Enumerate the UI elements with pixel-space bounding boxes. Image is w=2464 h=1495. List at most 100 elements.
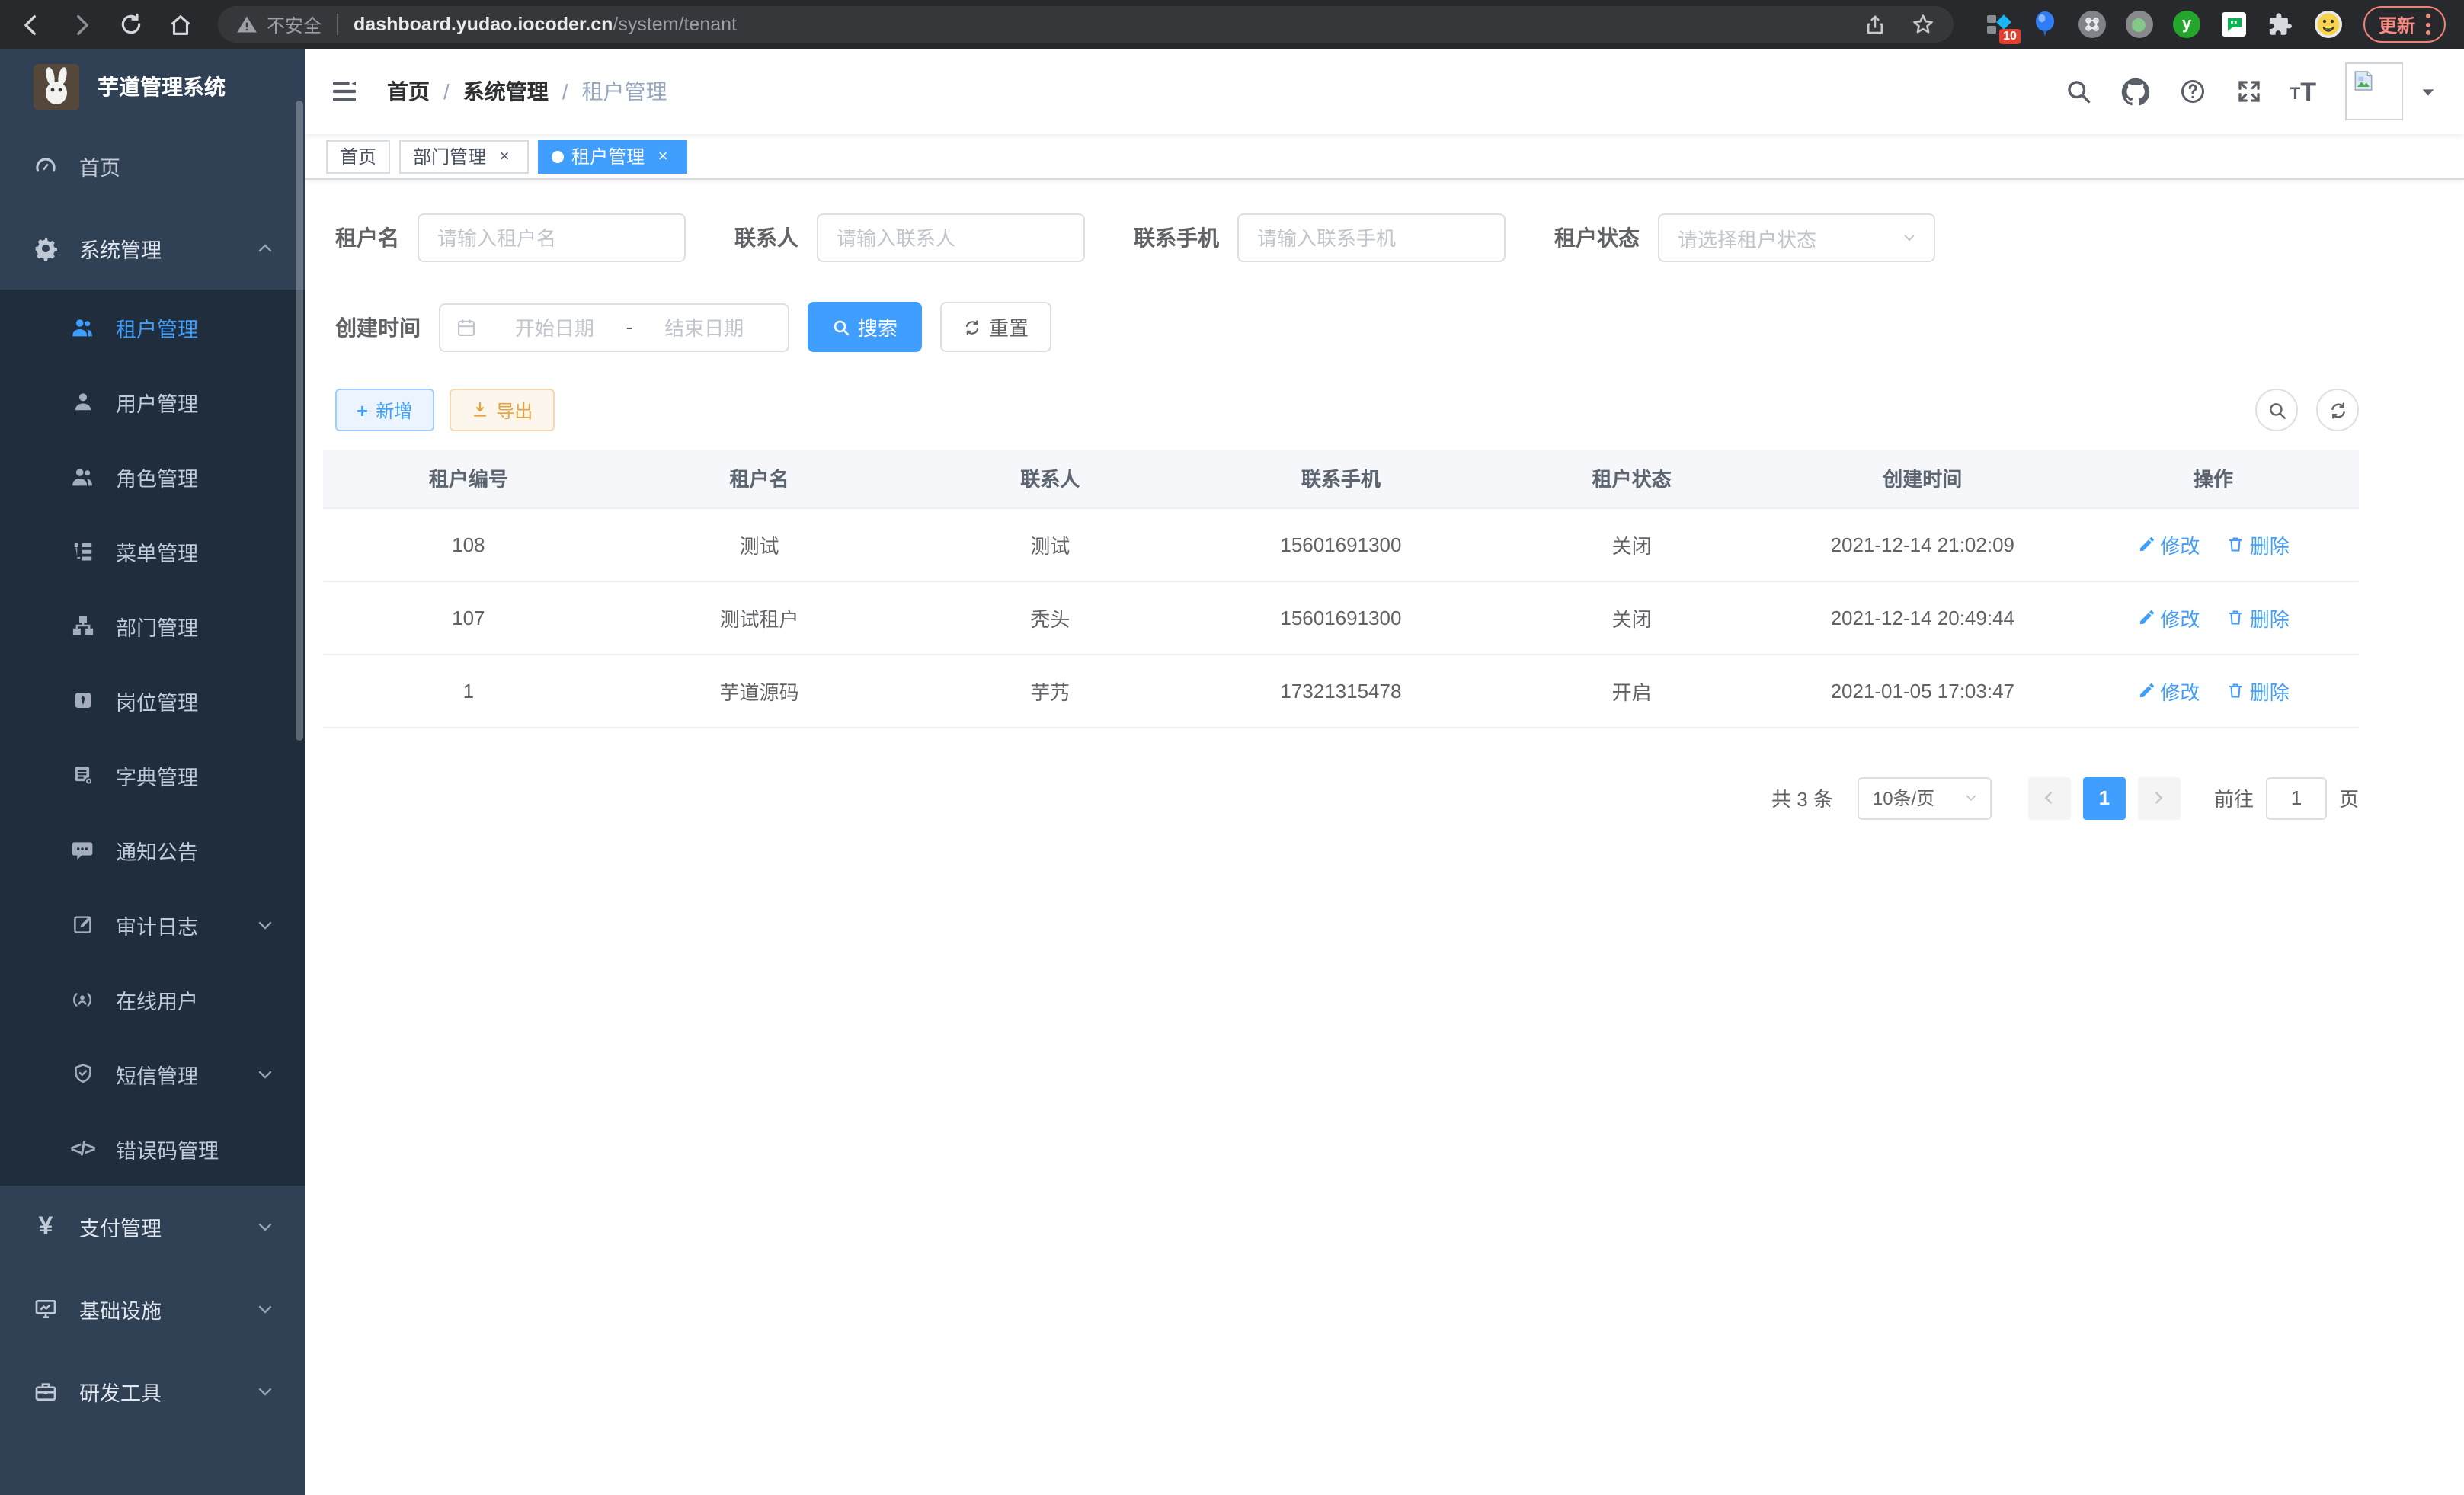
sidebar-item-error-code[interactable]: </> 错误码管理 bbox=[0, 1111, 305, 1186]
extension-balloon-icon[interactable] bbox=[2031, 11, 2059, 38]
cell-tenant-id: 108 bbox=[323, 507, 614, 581]
tag-close-icon[interactable]: × bbox=[494, 146, 515, 167]
extension-command-icon[interactable] bbox=[2078, 11, 2106, 38]
url-text[interactable]: dashboard.yudao.iocoder.cn/system/tenant bbox=[354, 14, 737, 35]
search-button[interactable]: 搜索 bbox=[808, 302, 922, 352]
reload-icon[interactable] bbox=[119, 12, 143, 37]
refresh-table-button[interactable] bbox=[2316, 389, 2359, 431]
user-icon bbox=[70, 389, 94, 414]
delete-link[interactable]: 删除 bbox=[2227, 603, 2290, 632]
table-toolbar: + 新增 导出 bbox=[335, 389, 2359, 431]
breadcrumb-current: 租户管理 bbox=[582, 76, 667, 107]
tag-home[interactable]: 首页 bbox=[326, 139, 390, 173]
prev-page-button[interactable] bbox=[2028, 776, 2071, 819]
code-icon: </> bbox=[70, 1136, 94, 1160]
tag-tenant[interactable]: 租户管理 × bbox=[538, 139, 687, 173]
browser-menu-icon[interactable] bbox=[2426, 14, 2430, 35]
fullscreen-icon[interactable] bbox=[2235, 78, 2263, 105]
monitor-icon bbox=[34, 1297, 58, 1321]
dashboard-icon bbox=[34, 154, 58, 178]
sidebar-item-devtools[interactable]: 研发工具 bbox=[0, 1350, 305, 1433]
sidebar-scrollbar[interactable] bbox=[296, 101, 303, 741]
sidebar-item-menu[interactable]: 菜单管理 bbox=[0, 514, 305, 588]
sidebar-item-home[interactable]: 首页 bbox=[0, 125, 305, 207]
github-icon[interactable] bbox=[2121, 77, 2150, 106]
menu-tree-icon bbox=[70, 539, 94, 563]
phone-input[interactable] bbox=[1237, 213, 1506, 262]
next-page-button[interactable] bbox=[2138, 776, 2181, 819]
extensions-puzzle-icon[interactable] bbox=[2267, 11, 2295, 38]
extension-y-icon[interactable]: y bbox=[2173, 11, 2200, 38]
extension-tasks-icon[interactable]: 10 bbox=[1984, 11, 2011, 38]
chevron-down-icon bbox=[256, 1382, 274, 1401]
cell-contact: 测试 bbox=[904, 507, 1195, 581]
extension-chat-icon[interactable] bbox=[2220, 11, 2248, 38]
navbar: 首页 / 系统管理 / 租户管理 TT bbox=[305, 49, 2464, 134]
edit-pencil-icon bbox=[2137, 535, 2155, 553]
sidebar-item-online-users[interactable]: 在线用户 bbox=[0, 962, 305, 1036]
sidebar-item-role[interactable]: 角色管理 bbox=[0, 439, 305, 514]
security-warning-icon[interactable] bbox=[236, 14, 258, 35]
address-bar[interactable]: 不安全 dashboard.yudao.iocoder.cn/system/te… bbox=[218, 6, 1954, 43]
page-size-select[interactable]: 10条/页 bbox=[1858, 776, 1992, 819]
avatar-caret-icon[interactable] bbox=[2420, 83, 2437, 100]
sidebar-item-infra[interactable]: 基础设施 bbox=[0, 1268, 305, 1350]
add-button[interactable]: + 新增 bbox=[335, 389, 434, 431]
cell-tenant-name: 测试 bbox=[614, 507, 905, 581]
avatar[interactable] bbox=[2345, 62, 2403, 120]
profile-avatar-icon[interactable] bbox=[2315, 11, 2342, 38]
security-label[interactable]: 不安全 bbox=[267, 11, 322, 37]
breadcrumb-home[interactable]: 首页 bbox=[387, 76, 430, 107]
sidebar-toggle-icon[interactable] bbox=[329, 76, 360, 107]
bookmark-star-icon[interactable] bbox=[1911, 12, 1935, 37]
tenant-table: 租户编号 租户名 联系人 联系手机 租户状态 创建时间 操作 108 测试 bbox=[323, 450, 2359, 728]
edit-link[interactable]: 修改 bbox=[2137, 676, 2200, 705]
date-range-picker[interactable]: 开始日期 - 结束日期 bbox=[439, 303, 789, 351]
tag-close-icon[interactable]: × bbox=[652, 146, 674, 167]
share-icon[interactable] bbox=[1864, 13, 1886, 36]
home-icon[interactable] bbox=[168, 11, 194, 37]
help-icon[interactable] bbox=[2179, 78, 2206, 105]
browser-update-button[interactable]: 更新 bbox=[2363, 6, 2446, 43]
col-actions: 操作 bbox=[2068, 450, 2359, 507]
edit-link[interactable]: 修改 bbox=[2137, 530, 2200, 559]
sidebar-item-tenant[interactable]: 租户管理 bbox=[0, 290, 305, 364]
contact-input[interactable] bbox=[817, 213, 1085, 262]
cell-status: 关闭 bbox=[1486, 581, 1778, 654]
sidebar-item-dict[interactable]: 字典管理 bbox=[0, 738, 305, 812]
cell-actions: 修改 删除 bbox=[2068, 507, 2359, 581]
delete-link[interactable]: 删除 bbox=[2227, 676, 2290, 705]
col-contact: 联系人 bbox=[904, 450, 1195, 507]
back-icon[interactable] bbox=[18, 11, 44, 37]
toggle-search-button[interactable] bbox=[2255, 389, 2298, 431]
forward-icon[interactable] bbox=[69, 11, 94, 37]
edit-link[interactable]: 修改 bbox=[2137, 603, 2200, 632]
goto-page-input[interactable] bbox=[2266, 776, 2327, 819]
sidebar-item-label: 短信管理 bbox=[116, 1058, 198, 1089]
sidebar-item-notice[interactable]: 通知公告 bbox=[0, 812, 305, 887]
status-select[interactable]: 请选择租户状态 bbox=[1658, 213, 1935, 262]
sidebar-logo[interactable]: 芋道管理系统 bbox=[0, 49, 305, 125]
tenant-name-input[interactable] bbox=[418, 213, 686, 262]
date-start-placeholder: 开始日期 bbox=[486, 312, 623, 341]
header-search-icon[interactable] bbox=[2065, 78, 2092, 105]
breadcrumb-system[interactable]: 系统管理 bbox=[463, 76, 549, 107]
sidebar-item-dept[interactable]: 部门管理 bbox=[0, 588, 305, 663]
delete-link[interactable]: 删除 bbox=[2227, 530, 2290, 559]
tag-dept[interactable]: 部门管理 × bbox=[399, 139, 529, 173]
sidebar-item-post[interactable]: 岗位管理 bbox=[0, 663, 305, 738]
extension-recorder-icon[interactable] bbox=[2126, 11, 2153, 38]
export-button[interactable]: 导出 bbox=[449, 389, 554, 431]
sidebar-item-system[interactable]: 系统管理 bbox=[0, 207, 305, 290]
sidebar-item-audit-log[interactable]: 审计日志 bbox=[0, 887, 305, 962]
create-time-label: 创建时间 bbox=[335, 312, 421, 342]
cell-tenant-name: 测试租户 bbox=[614, 581, 905, 654]
tags-view-bar: 首页 部门管理 × 租户管理 × bbox=[305, 134, 2464, 180]
sidebar-item-sms[interactable]: 短信管理 bbox=[0, 1036, 305, 1111]
sidebar-item-user[interactable]: 用户管理 bbox=[0, 364, 305, 439]
font-size-icon[interactable]: TT bbox=[2292, 78, 2316, 104]
page-number-1[interactable]: 1 bbox=[2083, 776, 2126, 819]
sidebar-item-pay[interactable]: ¥ 支付管理 bbox=[0, 1186, 305, 1268]
search-icon bbox=[832, 318, 850, 336]
reset-button[interactable]: 重置 bbox=[940, 302, 1051, 352]
